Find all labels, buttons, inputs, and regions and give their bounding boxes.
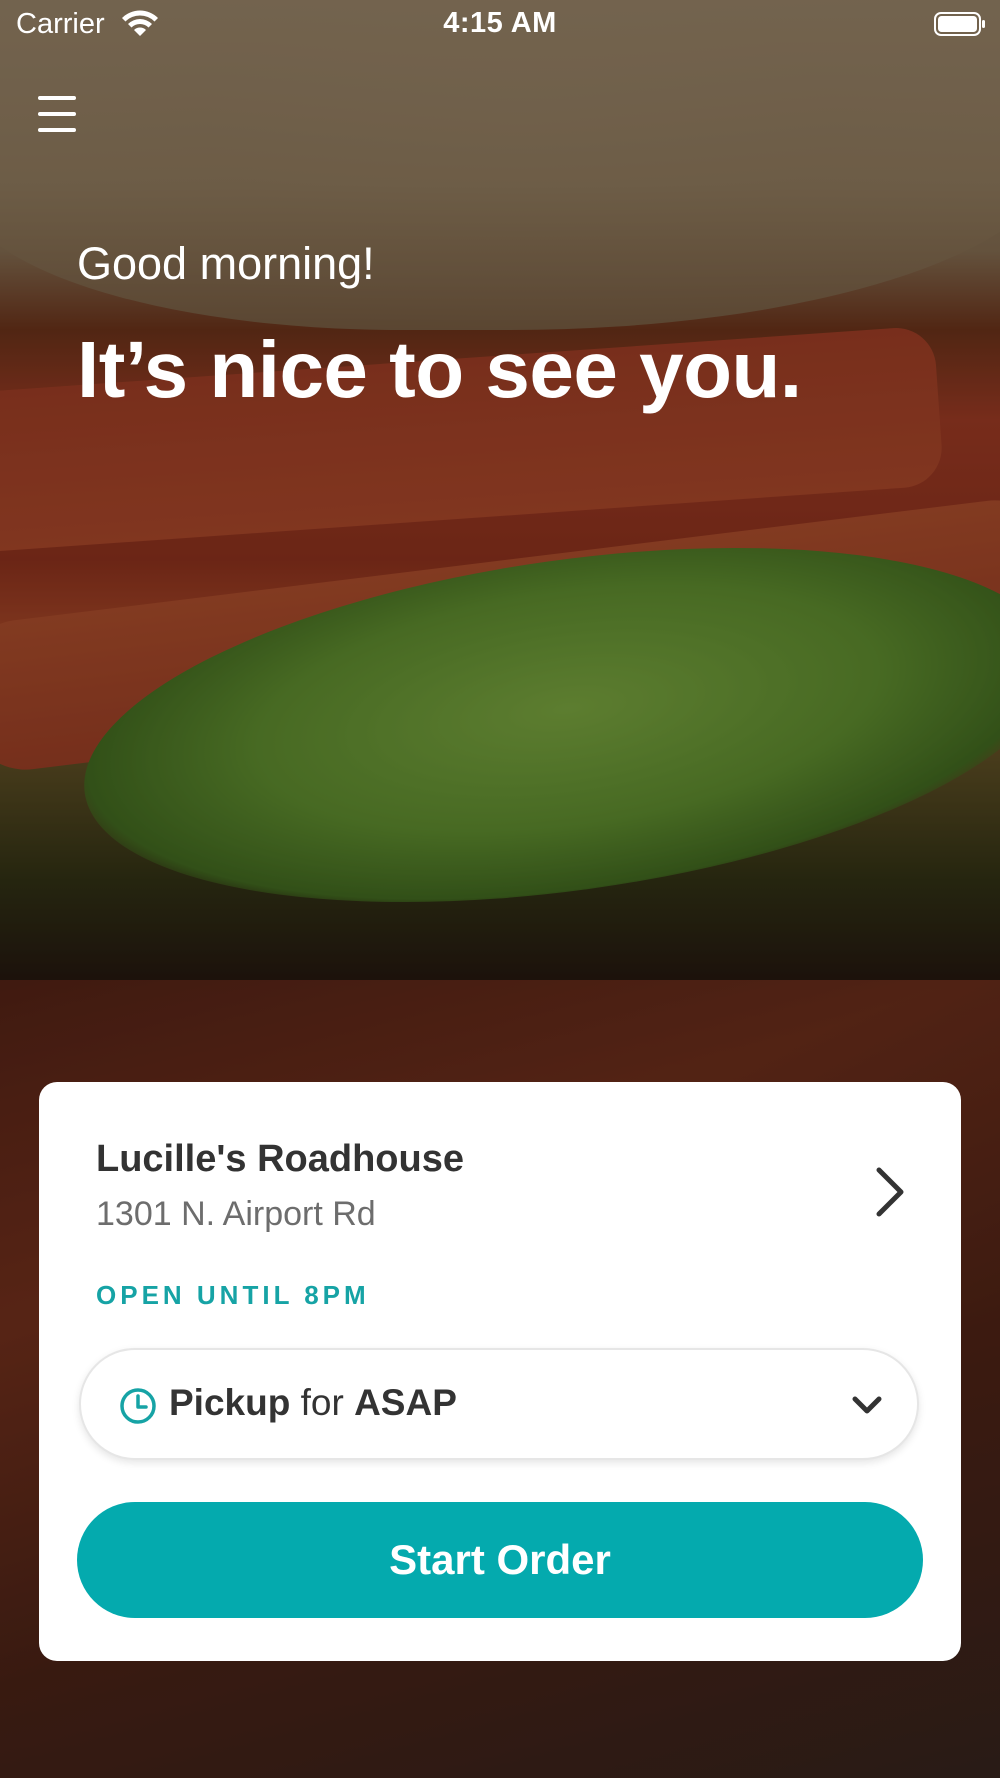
hours-status: OPEN UNTIL 8PM <box>96 1280 370 1310</box>
store-address: 1301 N. Airport Rd <box>96 1195 376 1233</box>
location-selector[interactable]: Lucille's Roadhouse 1301 N. Airport Rd <box>39 1082 961 1233</box>
clock-icon <box>120 1388 156 1424</box>
pickup-mode: Pickup <box>169 1382 291 1423</box>
battery-icon <box>934 12 985 36</box>
headline-text: It’s nice to see you. <box>77 325 802 414</box>
pickup-time: ASAP <box>354 1382 457 1423</box>
hamburger-icon <box>38 96 76 100</box>
start-order-button[interactable]: Start Order <box>77 1502 923 1618</box>
order-card: Lucille's Roadhouse 1301 N. Airport Rd O… <box>39 1082 961 1661</box>
store-name: Lucille's Roadhouse <box>96 1138 464 1180</box>
clock-time: 4:15 AM <box>443 7 557 39</box>
pickup-connector: for <box>300 1382 344 1423</box>
pickup-time-dropdown[interactable]: Pickup for ASAP <box>79 1348 919 1460</box>
status-bar: Carrier 4:15 AM <box>0 0 1000 50</box>
chevron-right-icon <box>876 1167 904 1217</box>
chevron-down-icon <box>852 1396 882 1414</box>
menu-button[interactable] <box>36 94 80 134</box>
greeting-text: Good morning! <box>77 238 375 289</box>
pickup-summary: Pickup for ASAP <box>169 1382 457 1424</box>
